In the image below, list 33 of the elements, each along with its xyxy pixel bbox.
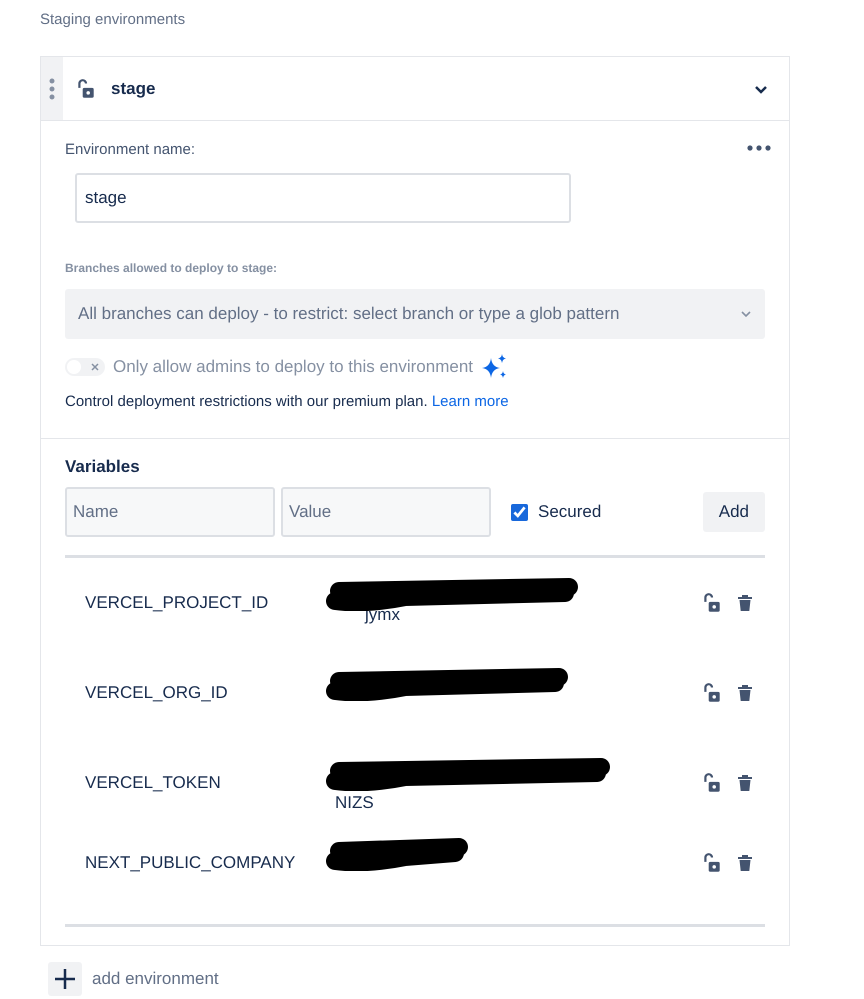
more-icon[interactable]	[747, 145, 771, 151]
checkbox-label: Secured	[538, 502, 602, 522]
variable-value: jymx	[365, 605, 400, 625]
trash-icon[interactable]	[737, 684, 753, 702]
variable-name: VERCEL_ORG_ID	[85, 683, 229, 703]
field-label: Environment name:	[65, 141, 196, 158]
secured-checkbox[interactable]	[511, 504, 528, 520]
add-button[interactable]	[48, 962, 82, 996]
toggle-label: Only allow admins to deploy to this environment	[113, 357, 474, 377]
trash-icon[interactable]	[737, 854, 753, 872]
environment-title: stage	[111, 78, 156, 98]
cross-icon	[91, 363, 99, 371]
variable-value: NIZS	[335, 793, 374, 813]
section-title: Staging environments	[40, 11, 186, 28]
variable-name: VERCEL_PROJECT_ID	[85, 593, 270, 613]
toggle-switch[interactable]	[65, 358, 105, 376]
field-label: Branches allowed to deploy to stage:	[65, 261, 278, 275]
learn-more-link[interactable]: Learn more	[432, 393, 509, 410]
variables-title: Variables	[65, 457, 140, 477]
drag-handle[interactable]	[41, 57, 63, 120]
branch-select[interactable]: All branches can deploy - to restrict: select branch or type a glob pattern	[65, 289, 765, 339]
add-environment-label[interactable]: add environment	[92, 969, 219, 989]
name-input[interactable]: Name	[65, 487, 275, 537]
variable-name: NEXT_PUBLIC_COMPANY	[85, 853, 296, 873]
variable-name: VERCEL_TOKEN	[85, 773, 222, 793]
name-field[interactable]: stage	[75, 173, 571, 223]
drag-handle-icon	[49, 78, 55, 100]
trash-icon[interactable]	[737, 774, 753, 792]
value-input[interactable]: Value	[281, 487, 491, 537]
premium-note: Control deployment restrictions with our premium plan. Learn more	[65, 393, 510, 410]
add-button[interactable]: Add	[702, 492, 765, 532]
trash-icon[interactable]	[737, 594, 753, 612]
plus-icon	[54, 968, 76, 990]
